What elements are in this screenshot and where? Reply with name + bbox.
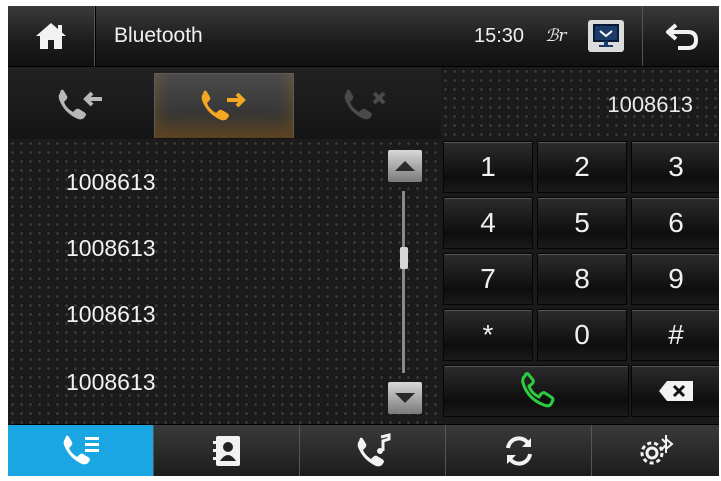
tab-outgoing-calls[interactable] xyxy=(154,73,294,138)
scroll-thumb[interactable] xyxy=(400,247,408,269)
backspace-icon xyxy=(659,381,693,401)
dial-keypad: 1 2 3 4 5 6 7 8 9 * 0 # xyxy=(441,139,719,424)
back-button[interactable] xyxy=(642,6,719,66)
triangle-up-icon xyxy=(395,161,415,171)
top-bar: Bluetooth 15:30 ℬr xyxy=(8,6,719,67)
call-type-tabs xyxy=(8,67,441,139)
call-list: 1008613 1008613 1008613 1008613 xyxy=(8,139,386,424)
key-6[interactable]: 6 xyxy=(631,197,719,249)
bluetooth-screen: Bluetooth 15:30 ℬr 1008613 1008613 10086… xyxy=(8,6,719,476)
call-button[interactable] xyxy=(443,365,629,417)
scroll-track[interactable] xyxy=(402,191,405,373)
bluetooth-status-indicator: ℬr xyxy=(545,26,567,46)
call-log-icon xyxy=(63,435,99,465)
key-8[interactable]: 8 xyxy=(537,253,627,305)
key-3[interactable]: 3 xyxy=(631,141,719,193)
key-7[interactable]: 7 xyxy=(443,253,533,305)
sync-icon xyxy=(505,436,532,466)
outgoing-call-icon xyxy=(201,90,246,121)
nav-sync[interactable] xyxy=(446,425,592,476)
call-list-item[interactable]: 1008613 xyxy=(66,235,156,262)
key-star[interactable]: * xyxy=(443,309,533,361)
tab-missed-calls[interactable] xyxy=(298,73,436,137)
scroll-up-button[interactable] xyxy=(388,150,422,182)
triangle-down-icon xyxy=(395,393,415,403)
missed-call-icon xyxy=(344,89,386,120)
home-icon xyxy=(36,23,66,49)
dial-number-display: 1008613 xyxy=(441,67,719,139)
page-title: Bluetooth xyxy=(114,24,203,47)
call-list-item[interactable]: 1008613 xyxy=(66,301,156,328)
incoming-call-icon xyxy=(58,89,102,120)
back-arrow-icon xyxy=(665,23,698,50)
key-1[interactable]: 1 xyxy=(443,141,533,193)
nav-bluetooth-settings[interactable] xyxy=(592,425,719,476)
bottom-nav xyxy=(8,424,719,476)
screen-icon xyxy=(593,24,619,47)
contacts-icon xyxy=(212,436,240,466)
key-4[interactable]: 4 xyxy=(443,197,533,249)
music-call-icon xyxy=(357,433,390,467)
backspace-button[interactable] xyxy=(631,365,719,417)
nav-bluetooth-music[interactable] xyxy=(300,425,446,476)
key-9[interactable]: 9 xyxy=(631,253,719,305)
key-hash[interactable]: # xyxy=(631,309,719,361)
bluetooth-settings-icon xyxy=(640,435,674,465)
screen-button[interactable] xyxy=(588,20,624,52)
tab-incoming-calls[interactable] xyxy=(12,73,150,137)
key-5[interactable]: 5 xyxy=(537,197,627,249)
nav-call-log[interactable] xyxy=(8,425,154,476)
dialed-number: 1008613 xyxy=(607,92,693,117)
clock: 15:30 xyxy=(474,25,525,47)
call-list-item[interactable]: 1008613 xyxy=(66,169,156,196)
home-button[interactable] xyxy=(8,6,95,66)
scrollbar[interactable] xyxy=(386,139,441,424)
scroll-down-button[interactable] xyxy=(388,382,422,414)
call-list-item[interactable]: 1008613 xyxy=(66,369,156,396)
key-2[interactable]: 2 xyxy=(537,141,627,193)
nav-contacts[interactable] xyxy=(154,425,300,476)
key-0[interactable]: 0 xyxy=(537,309,627,361)
call-icon xyxy=(521,372,555,408)
